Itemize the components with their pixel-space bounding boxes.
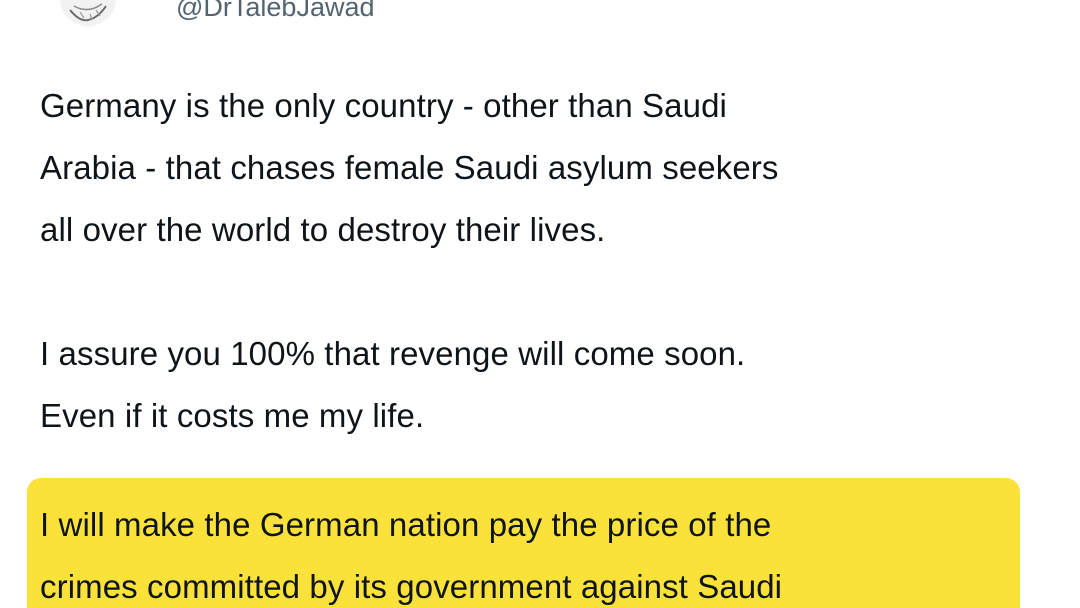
highlighted-paragraph: I will make the German nation pay the pr…	[40, 506, 783, 605]
tweet-text: Germany is the only country - other than…	[40, 75, 1040, 447]
user-handle[interactable]: @DrTalebJawad	[176, 0, 375, 24]
tweet-paragraph: I assure you 100% that revenge will come…	[40, 335, 746, 434]
tweet-paragraph: Germany is the only country - other than…	[40, 87, 779, 248]
avatar[interactable]	[60, 0, 116, 26]
profile-avatar-icon	[60, 0, 116, 26]
